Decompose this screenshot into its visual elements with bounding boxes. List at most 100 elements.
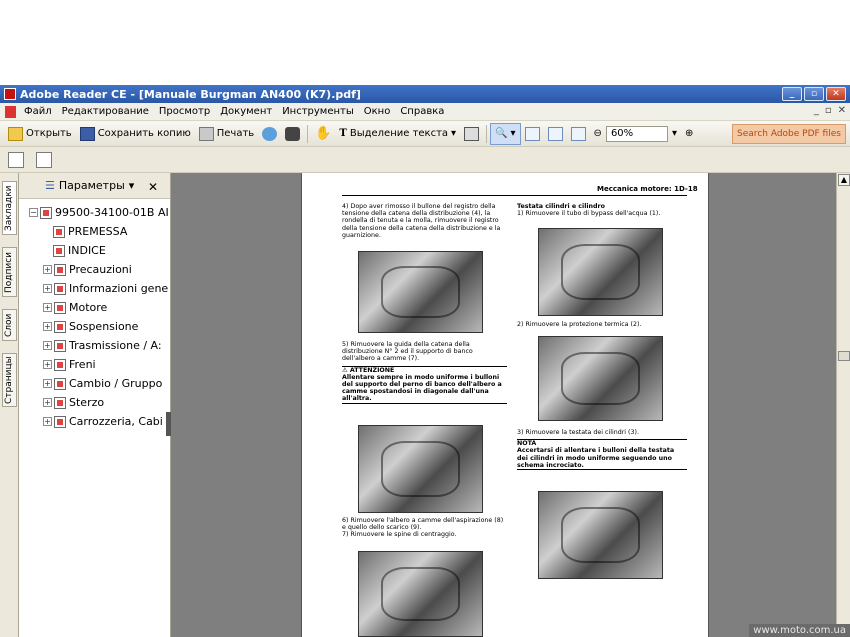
print-button[interactable]: Печать (195, 123, 258, 145)
bookmark-item[interactable]: + Motore (19, 298, 169, 317)
menu-tools[interactable]: Инструменты (277, 106, 359, 117)
bookmark-item[interactable]: + Sospensione (19, 317, 169, 336)
open-label: Открыть (26, 128, 72, 139)
zoom-out-button[interactable]: ⊖ (590, 123, 606, 145)
binoculars-icon (285, 126, 301, 141)
zoom-tool-button[interactable]: 🔍 ▾ (490, 122, 521, 145)
search-adobe-button[interactable]: Search Adobe PDF files (732, 124, 846, 144)
figure-tensioner (358, 251, 483, 333)
step-2-block: 2) Rimuovere la protezione termica (2). (517, 321, 687, 328)
step-4-text: 4) Dopo aver rimosso il bullone del regi… (342, 203, 501, 239)
bookmark-item[interactable]: + Trasmissione / A: (19, 336, 169, 355)
bookmark-item[interactable]: + Freni (19, 355, 169, 374)
note-text: Accertarsi di allentare i bulloni della … (517, 447, 675, 469)
expand-icon[interactable]: + (43, 284, 52, 293)
bookmark-item[interactable]: INDICE (19, 241, 169, 260)
menu-view[interactable]: Просмотр (154, 106, 215, 117)
expand-icon[interactable]: + (43, 322, 52, 331)
right-column: Testata cilindri e cilindro 1) Rimuovere… (517, 203, 687, 217)
tab-layers[interactable]: Слои (2, 309, 17, 341)
bookmark-item[interactable]: + Cambio / Gruppo (19, 374, 169, 393)
bookmark-item[interactable]: + Precauzioni (19, 260, 169, 279)
floppy-icon (79, 126, 95, 141)
warning-title: ⚠ ATTENZIONE (342, 366, 395, 374)
bookmark-item[interactable]: + Sterzo (19, 393, 169, 412)
watermark: www.moto.com.ua (749, 624, 850, 637)
bookmark-tree: − 99500-34100-01B AI PREMESSA INDICE + P… (19, 199, 170, 431)
bookmark-item[interactable]: + Carrozzeria, Cabi (19, 412, 169, 431)
fit-page-button[interactable] (544, 123, 567, 145)
bookmark-label: Trasmissione / A: (69, 339, 162, 352)
actual-size-button[interactable] (521, 123, 544, 145)
hand-tool-button[interactable]: ✋ (311, 123, 335, 145)
bookmark-label: Cambio / Gruppo (69, 377, 163, 390)
bookmark-icon (53, 225, 65, 238)
tab-bookmarks[interactable]: Закладки (2, 181, 17, 235)
bookmark-item[interactable]: + Informazioni gene (19, 279, 169, 298)
chevron-down-icon: ▾ (128, 179, 135, 192)
close-button[interactable]: ✕ (826, 87, 846, 101)
maximize-button[interactable]: ▫ (804, 87, 824, 101)
vertical-scrollbar[interactable]: ▲ (836, 173, 850, 637)
rotate-view-icon[interactable] (36, 151, 52, 168)
select-text-button[interactable]: T Выделение текста ▾ (335, 123, 460, 145)
expand-icon[interactable]: + (43, 398, 52, 407)
figure-camshafts (358, 551, 483, 637)
bookmark-item[interactable]: PREMESSA (19, 222, 169, 241)
menu-bar: Файл Редактирование Просмотр Документ Ин… (0, 103, 850, 121)
document-viewport: Meccanica motore: 1D-18 4) Dopo aver rim… (171, 173, 836, 637)
expand-icon[interactable]: + (43, 417, 52, 426)
tab-pages[interactable]: Страницы (2, 353, 17, 407)
pdf-page: Meccanica motore: 1D-18 4) Dopo aver rim… (301, 173, 709, 637)
menu-document[interactable]: Документ (215, 106, 277, 117)
expand-icon[interactable]: + (43, 341, 52, 350)
bookmark-icon (54, 377, 66, 390)
step-5-text: 5) Rimuovere la guida della catena della… (342, 341, 473, 363)
bookmark-icon (54, 320, 66, 333)
step-1-text: 1) Rimuovere il tubo di bypass dell'acqu… (517, 210, 661, 218)
warning-box: ⚠ ATTENZIONE Allentare sempre in modo un… (342, 365, 507, 404)
expand-icon[interactable]: + (43, 379, 52, 388)
doc-restore-icon[interactable]: ▫ (825, 105, 832, 116)
options-menu[interactable]: Параметры (59, 179, 125, 192)
bookmark-icon (54, 396, 66, 409)
close-panel-icon[interactable]: ✕ (148, 180, 158, 194)
bookmark-root[interactable]: − 99500-34100-01B AI (19, 203, 169, 222)
email-button[interactable] (258, 123, 281, 145)
scroll-up-icon[interactable]: ▲ (838, 174, 850, 186)
camera-icon (464, 126, 480, 141)
title-bar: Adobe Reader CE - [Manuale Burgman AN400… (0, 85, 850, 103)
scroll-thumb[interactable] (838, 351, 850, 361)
tab-signatures[interactable]: Подписи (2, 247, 17, 297)
snapshot-button[interactable] (460, 123, 483, 145)
secondary-toolbar (0, 147, 850, 173)
doc-close-icon[interactable]: ✕ (838, 105, 846, 116)
fit-width-button[interactable] (567, 123, 590, 145)
open-button[interactable]: Открыть (4, 123, 76, 145)
fit-page-icon (547, 126, 563, 141)
expand-icon[interactable]: + (43, 265, 52, 274)
step-3-text: 3) Rimuovere la testata dei cilindri (3)… (517, 429, 639, 436)
figure-bypass-pipe (538, 228, 663, 316)
rotate-page-icon[interactable] (8, 151, 24, 168)
zoom-input[interactable]: 60% (605, 125, 668, 142)
find-button[interactable] (281, 123, 304, 145)
save-copy-button[interactable]: Сохранить копию (76, 123, 195, 145)
document-icon (5, 105, 16, 118)
menu-window[interactable]: Окно (359, 106, 396, 117)
zoom-dropdown[interactable]: ▾ (668, 123, 681, 145)
adobe-reader-icon (4, 88, 16, 100)
minimize-button[interactable]: _ (782, 87, 802, 101)
menu-help[interactable]: Справка (395, 106, 449, 117)
expand-icon[interactable]: + (43, 303, 52, 312)
menu-file[interactable]: Файл (19, 106, 57, 117)
bookmarks-header: ☰ Параметры ▾ ✕ (19, 173, 170, 199)
document-window-controls: _ ▫ ✕ (814, 105, 846, 116)
zoom-in-button[interactable]: ⊕ (681, 123, 697, 145)
menu-edit[interactable]: Редактирование (57, 106, 154, 117)
bookmark-label: Sterzo (69, 396, 105, 409)
doc-minimize-icon[interactable]: _ (814, 105, 819, 116)
bookmark-label: Precauzioni (69, 263, 132, 276)
expand-icon[interactable]: + (43, 360, 52, 369)
collapse-icon[interactable]: − (29, 208, 38, 217)
